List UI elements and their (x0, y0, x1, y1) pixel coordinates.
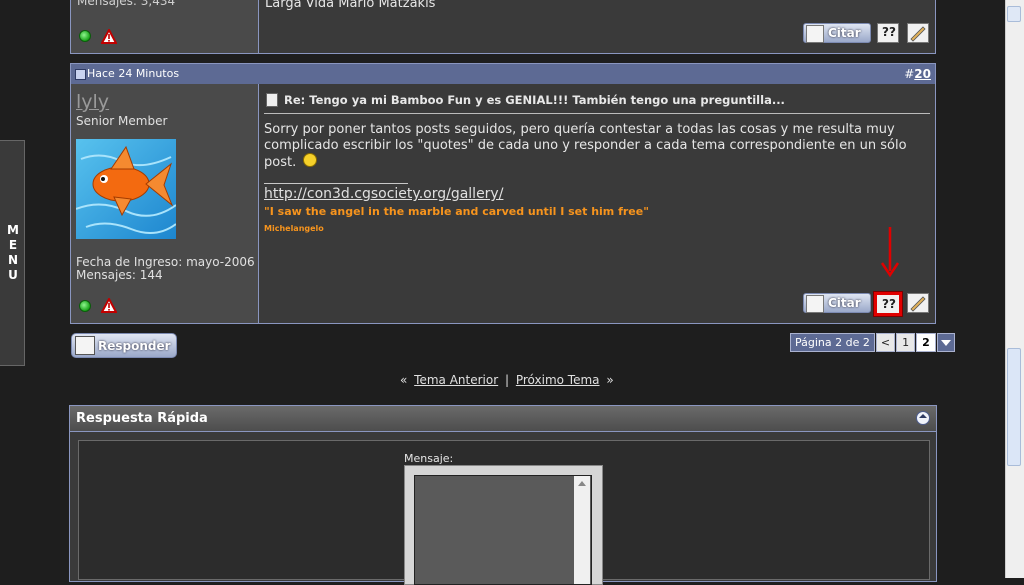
thread-nav-close-quote: » (606, 373, 614, 387)
annotation-arrow (880, 227, 900, 278)
post-number-prefix: # (904, 67, 915, 81)
online-status-icon (79, 30, 91, 42)
join-date: Fecha de Ingreso: mayo-2006 (76, 255, 255, 269)
scroll-up-arrow-icon[interactable] (1007, 6, 1021, 22)
quote-button-label: Citar (828, 26, 861, 40)
quick-reply-header: Respuesta Rápida (69, 405, 937, 432)
online-status-icon (79, 300, 91, 312)
signature-author: Michelangelo (264, 224, 324, 233)
textarea-scrollbar[interactable] (574, 476, 590, 584)
post-title: Re: Tengo ya mi Bamboo Fun y es GENIAL!!… (284, 93, 785, 107)
report-warning-icon[interactable] (101, 29, 117, 44)
quick-reply-body: Mensaje: (69, 432, 937, 585)
thread-nav-open-quote: « (400, 373, 408, 387)
post-status-icon (75, 69, 86, 80)
quote-button[interactable]: Citar (803, 293, 871, 313)
quote-button-label: Citar (828, 296, 861, 310)
post-divider (258, 84, 259, 323)
previous-post-divider (258, 0, 259, 53)
reply-button-label: Responder (98, 339, 171, 353)
post-number[interactable]: #20 (904, 67, 931, 81)
report-warning-icon[interactable] (101, 298, 117, 313)
post-title-rule (264, 113, 930, 114)
quote-icon (806, 25, 824, 43)
message-textarea[interactable] (414, 475, 592, 585)
previous-post-user-meta: Mensajes: 3,434 (77, 0, 176, 8)
reply-button[interactable]: Responder (71, 333, 177, 358)
multi-quote-icon[interactable]: ?? (877, 23, 899, 43)
user-post-count: Mensajes: 144 (76, 268, 163, 282)
pagination-page-2-current: 2 (916, 333, 936, 352)
side-menu-letter: M (7, 223, 19, 237)
post-number-link[interactable]: 20 (914, 67, 931, 81)
pagination: Página 2 de 2 < 1 2 (790, 333, 955, 352)
collapse-icon[interactable] (916, 411, 930, 425)
side-menu-letter: U (8, 268, 18, 282)
message-label: Mensaje: (404, 452, 454, 465)
page-scrollbar[interactable] (1005, 0, 1024, 578)
smiley-icon (303, 153, 318, 167)
pagination-menu-arrow-icon[interactable] (936, 333, 955, 352)
post-message: Sorry por poner tantos posts seguidos, p… (264, 122, 930, 171)
thread-nav-divider: | (504, 373, 510, 387)
avatar[interactable] (76, 139, 176, 239)
message-textarea-frame (404, 465, 603, 585)
edit-post-icon[interactable] (907, 23, 929, 43)
pagination-page-1[interactable]: 1 (896, 333, 916, 352)
reply-icon (75, 336, 95, 355)
side-menu-tab[interactable]: M E N U (0, 140, 25, 366)
post-time: Hace 24 Minutos (87, 67, 180, 80)
scroll-thumb[interactable] (1007, 348, 1021, 466)
previous-post-text: Larga Vida Mario Matzakis (265, 0, 436, 11)
quote-button[interactable]: Citar (803, 23, 871, 43)
signature-rule (264, 183, 408, 184)
post-message-text: Sorry por poner tantos posts seguidos, p… (264, 122, 907, 170)
side-menu-label: M E N U (7, 223, 19, 283)
post-body: lyly Senior Member Fecha de Ingreso: may… (70, 84, 936, 324)
signature-quote: "I saw the angel in the marble and carve… (264, 205, 649, 218)
multi-quote-icon[interactable]: ?? (874, 292, 902, 316)
user-title: Senior Member (76, 114, 168, 128)
username-link[interactable]: lyly (76, 91, 109, 113)
signature-link[interactable]: http://con3d.cgsociety.org/gallery/ (264, 186, 503, 202)
edit-post-icon[interactable] (907, 293, 929, 313)
pagination-prev[interactable]: < (875, 333, 896, 352)
quote-icon (806, 295, 824, 313)
side-menu-letter: E (8, 238, 18, 252)
post-header-bar: Hace 24 Minutos #20 (70, 63, 936, 85)
pagination-label: Página 2 de 2 (790, 333, 875, 352)
previous-post: Mensajes: 3,434 Larga Vida Mario Matzaki… (70, 0, 936, 54)
post-title-icon (266, 93, 278, 107)
quick-reply-title: Respuesta Rápida (76, 411, 208, 426)
side-menu-letter: N (7, 253, 19, 267)
next-thread-link[interactable]: Próximo Tema (516, 373, 600, 387)
previous-thread-link[interactable]: Tema Anterior (414, 373, 498, 387)
thread-navigation: « Tema Anterior | Próximo Tema » (400, 373, 614, 387)
